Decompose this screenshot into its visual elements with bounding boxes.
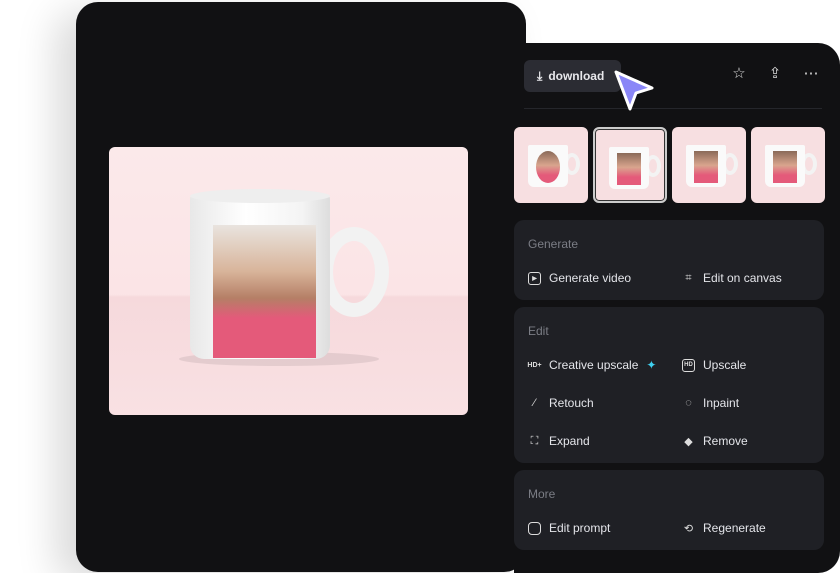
thumbnail-1[interactable]	[514, 127, 588, 203]
expand-icon: ⛶	[530, 434, 539, 447]
thumbnail-4[interactable]	[751, 127, 825, 203]
main-image-mug[interactable]	[109, 147, 468, 415]
sparkle-icon: ✦	[646, 358, 657, 372]
hd-icon: HD	[682, 358, 695, 372]
generate-video-button[interactable]: ▶ Generate video	[528, 271, 631, 285]
section-title: Generate	[528, 237, 579, 251]
download-icon: ⤓	[537, 68, 543, 83]
upscale-button[interactable]: HD Upscale	[682, 358, 746, 372]
mug-photo-print	[213, 225, 316, 358]
thumbnail-3[interactable]	[672, 127, 746, 203]
creative-upscale-button[interactable]: HD+ Creative upscale ✦	[527, 358, 657, 372]
image-viewer-panel	[76, 2, 526, 572]
inpaint-icon: ◌	[685, 397, 692, 409]
magic-wand-icon: ⁄	[533, 397, 536, 409]
thumbnail-strip	[514, 127, 825, 203]
divider	[524, 108, 822, 109]
retouch-button[interactable]: ⁄ Retouch	[528, 396, 594, 410]
play-icon: ▶	[528, 271, 541, 285]
more-icon[interactable]: ⋯	[802, 65, 820, 83]
generate-section: Generate ▶ Generate video ⌗ Edit on canvas	[514, 220, 824, 300]
share-icon[interactable]: ⇪	[766, 65, 784, 83]
edit-prompt-button[interactable]: Edit prompt	[528, 521, 610, 535]
more-section: More Edit prompt ⟲ Regenerate	[514, 470, 824, 550]
mouse-pointer-icon	[614, 70, 654, 111]
edit-on-canvas-button[interactable]: ⌗ Edit on canvas	[682, 271, 781, 285]
crop-icon: ⌗	[685, 271, 692, 284]
actions-panel: ⤓ download ☆ ⇪ ⋯ Generate ▶ Generate vide…	[514, 43, 840, 573]
hd-plus-icon: HD+	[527, 361, 542, 369]
eraser-icon: ◆	[684, 435, 693, 448]
download-button[interactable]: ⤓ download	[524, 60, 621, 92]
section-title: Edit	[528, 324, 549, 338]
section-title: More	[528, 487, 556, 501]
inpaint-button[interactable]: ◌ Inpaint	[682, 396, 739, 410]
star-icon[interactable]: ☆	[730, 65, 748, 83]
expand-button[interactable]: ⛶ Expand	[528, 434, 590, 448]
thumbnail-2-selected[interactable]	[593, 127, 667, 203]
remove-button[interactable]: ◆ Remove	[682, 434, 747, 448]
edit-section: Edit HD+ Creative upscale ✦ HD Upscale ⁄ Ret…	[514, 307, 824, 463]
regenerate-button[interactable]: ⟲ Regenerate	[682, 521, 766, 535]
mug-rim	[190, 189, 330, 203]
regenerate-icon: ⟲	[683, 522, 694, 535]
edit-prompt-icon	[528, 521, 541, 535]
